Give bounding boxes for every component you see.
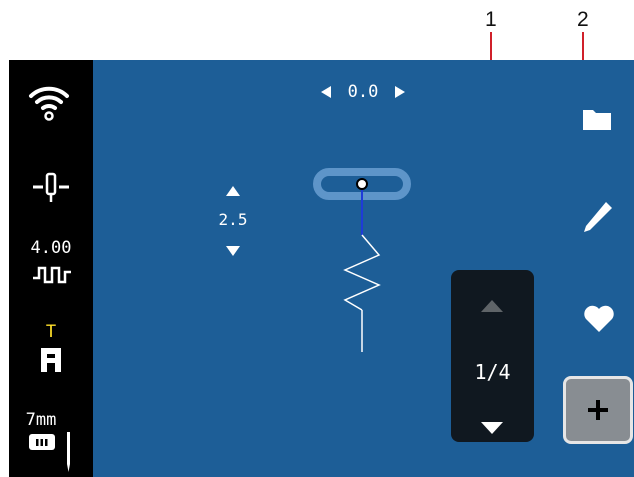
needle-position-dot: [356, 178, 368, 190]
stitch-preview: [313, 168, 411, 352]
callout-number-1: 1: [485, 8, 497, 31]
stitch-width-adjuster: 0.0: [313, 80, 413, 104]
page-up-arrow-icon[interactable]: [479, 298, 505, 314]
status-sidebar: 4.00 T 7mm: [9, 60, 93, 477]
stitch-length-value: 2.5: [218, 210, 248, 229]
pencil-icon[interactable]: [582, 200, 614, 234]
machine-screen: 4.00 T 7mm 0.0 2.5 1/4: [9, 60, 634, 477]
width-decrease-arrow-icon[interactable]: [319, 84, 333, 100]
zigzag-stitch: [343, 234, 381, 311]
plus-icon: [588, 400, 608, 420]
presser-foot-letter: T: [45, 322, 57, 342]
page-indicator: 1/4: [474, 360, 511, 384]
pattern-page-selector: 1/4: [451, 270, 534, 442]
needle-plate-icon[interactable]: [27, 430, 81, 474]
page-down-arrow-icon[interactable]: [479, 420, 505, 436]
stitch-width-icon[interactable]: [31, 260, 73, 288]
presser-foot-icon[interactable]: [39, 346, 63, 374]
width-increase-arrow-icon[interactable]: [393, 84, 407, 100]
stitch-width-offset: 0.0: [347, 82, 379, 102]
length-increase-arrow-icon[interactable]: [225, 184, 241, 198]
stitch-width-value: 4.00: [30, 238, 72, 258]
callout-number-2: 2: [577, 8, 589, 31]
needle-size-label: 7mm: [25, 410, 57, 430]
add-button[interactable]: [563, 376, 633, 444]
wifi-icon[interactable]: [27, 80, 71, 124]
needle-position-icon[interactable]: [29, 170, 73, 206]
heart-icon[interactable]: [583, 304, 615, 334]
folder-icon[interactable]: [582, 106, 612, 132]
stitch-editor: 0.0 2.5 1/4: [93, 60, 634, 477]
length-decrease-arrow-icon[interactable]: [225, 244, 241, 258]
